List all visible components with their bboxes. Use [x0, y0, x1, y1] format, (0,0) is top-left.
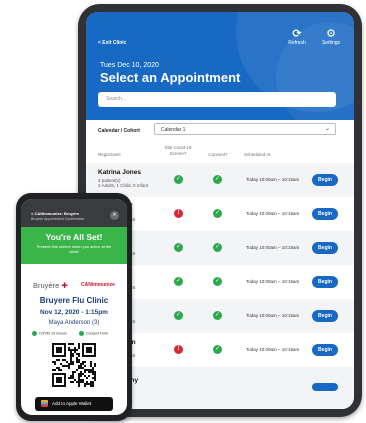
check-icon: ✓: [174, 175, 183, 184]
scheduled-time: Today 10:00am – 10:15am: [246, 279, 300, 284]
appointment-date: Tues Dec 10, 2020: [100, 62, 159, 69]
column-header-screen: Site Covid-19 Screen?: [164, 145, 192, 156]
check-icon: ✓: [174, 311, 183, 320]
begin-button[interactable]: Begin: [312, 242, 338, 254]
check-icon: ✓: [174, 277, 183, 286]
phone-screen: < CANImmunize: Bruyère Bruyere Appointme…: [21, 199, 127, 415]
check-icon: ✓: [213, 209, 222, 218]
search-placeholder: Search...: [106, 96, 127, 102]
calendar-select[interactable]: Calendar 1 ⌄: [154, 123, 336, 135]
wallet-label: Add to Apple Wallet: [52, 401, 92, 406]
page-title: Select an Appointment: [100, 70, 241, 85]
settings-label: Settings: [321, 40, 341, 46]
check-icon: ✓: [213, 277, 222, 286]
begin-button[interactable]: [312, 383, 338, 391]
appointment-datetime: Nov 12, 2020 - 1:15pm: [40, 309, 108, 316]
check-icon: [79, 331, 84, 336]
pass-subtitle: Bruyere Appointment Confirmation: [31, 217, 85, 221]
scheduled-time: Today 10:00am – 10:15am: [246, 313, 300, 318]
exit-clinic-button[interactable]: < Exit Clinic: [98, 40, 126, 46]
wallet-pass-header: < CANImmunize: Bruyère Bruyere Appointme…: [21, 199, 127, 227]
confirmation-banner: You're All Set! Present this screen when…: [21, 227, 127, 264]
check-icon: ✓: [213, 175, 222, 184]
table-row[interactable]: Katrina Jones 3 patient(s) 2 Adults, 1 C…: [86, 163, 354, 198]
scheduled-time: Today 10:00am – 10:15am: [246, 245, 300, 250]
settings-button[interactable]: ⚙ Settings: [314, 28, 348, 46]
search-input[interactable]: Search...: [98, 92, 336, 107]
covid-screen-chip: COVID-19 Screen: [32, 331, 67, 336]
column-header-consent: Consent?: [208, 152, 228, 157]
calendar-label: Calendar / Cohort: [98, 128, 140, 134]
alert-icon: !: [174, 209, 183, 218]
pass-source[interactable]: < CANImmunize: Bruyère: [31, 211, 79, 216]
qr-code: [52, 343, 96, 387]
begin-button[interactable]: Begin: [312, 276, 338, 288]
chevron-down-icon: ⌄: [324, 126, 330, 132]
refresh-button[interactable]: ⟳ Refresh: [280, 28, 314, 46]
refresh-label: Refresh: [288, 40, 306, 46]
registrant-breakdown: 2 Adults, 1 Child, 0 Infant: [98, 183, 149, 188]
patient-name: Maya Anderson (3): [48, 320, 100, 326]
wallet-icon: [41, 400, 48, 407]
check-icon: ✓: [213, 345, 222, 354]
column-header-registrants[interactable]: Registrants: [98, 152, 121, 158]
begin-button[interactable]: Begin: [312, 174, 338, 186]
banner-title: You're All Set!: [45, 232, 103, 242]
banner-subtitle: Present this screen when you arrive at t…: [36, 244, 112, 254]
canimmunize-logo: CANimmunize: [81, 282, 115, 288]
check-icon: ✓: [213, 311, 222, 320]
bruyere-logo: Bruyère ✚: [33, 281, 68, 290]
check-icon: ✓: [174, 243, 183, 252]
gear-icon: ⚙: [326, 28, 336, 40]
calendar-value: Calendar 1: [161, 127, 186, 133]
column-header-scheduled[interactable]: Scheduled At: [244, 152, 288, 158]
registrant-name: Katrina Jones: [98, 169, 141, 176]
clinic-name: Bruyere Flu Clinic: [39, 296, 109, 305]
scheduled-time: Today 10:00am – 10:15am: [246, 211, 300, 216]
scheduled-time: Today 10:00am – 10:15am: [246, 177, 300, 182]
begin-button[interactable]: Begin: [312, 310, 338, 322]
refresh-icon: ⟳: [292, 28, 302, 40]
scheduled-time: Today 10:00am – 10:15am: [246, 347, 300, 352]
close-icon[interactable]: ✕: [110, 211, 119, 220]
add-to-wallet-button[interactable]: Add to Apple Wallet: [35, 397, 113, 411]
consent-form-chip: Consent Form: [79, 331, 108, 336]
check-icon: [32, 331, 37, 336]
begin-button[interactable]: Begin: [312, 208, 338, 220]
alert-icon: !: [174, 345, 183, 354]
begin-button[interactable]: Begin: [312, 344, 338, 356]
check-icon: ✓: [213, 243, 222, 252]
app-header: < Exit Clinic ⟳ Refresh ⚙ Settings Tues …: [86, 12, 354, 120]
